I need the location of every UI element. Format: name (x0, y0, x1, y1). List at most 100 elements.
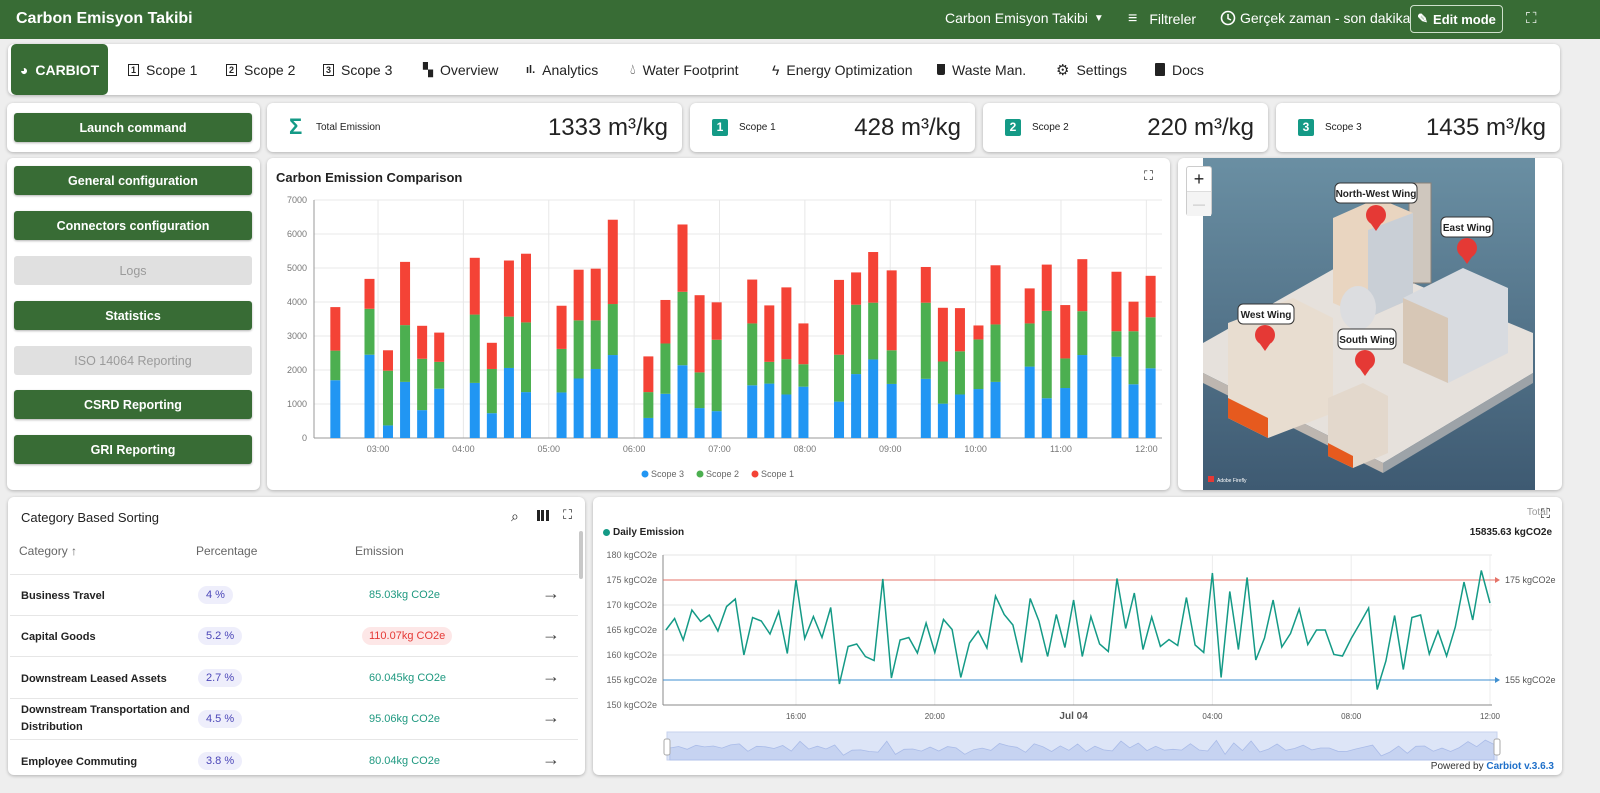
data-point[interactable] (664, 628, 668, 632)
data-point[interactable] (1115, 577, 1119, 581)
bar-scope-1[interactable] (990, 265, 1001, 325)
bar-scope-1[interactable] (382, 350, 393, 371)
bar-scope-1[interactable] (798, 323, 809, 365)
bar-scope-1[interactable] (607, 219, 618, 305)
bar-scope-3[interactable] (677, 365, 688, 438)
arrow-right-icon[interactable]: → (542, 624, 560, 645)
data-point[interactable] (994, 594, 998, 598)
bar-scope-1[interactable] (954, 308, 965, 352)
data-point[interactable] (1072, 598, 1076, 602)
data-point[interactable] (1011, 623, 1015, 627)
bar-scope-3[interactable] (990, 381, 1001, 438)
bar-scope-2[interactable] (1024, 323, 1035, 367)
data-point[interactable] (1150, 615, 1154, 619)
data-point[interactable] (1236, 648, 1240, 652)
statistics-button[interactable]: Statistics (14, 301, 252, 330)
bar-scope-2[interactable] (711, 339, 722, 412)
bar-scope-1[interactable] (747, 279, 758, 324)
bar-scope-3[interactable] (954, 394, 965, 438)
bar-scope-3[interactable] (1024, 366, 1035, 438)
bar-scope-1[interactable] (486, 342, 497, 369)
data-point[interactable] (1315, 628, 1319, 632)
data-point[interactable] (950, 628, 954, 632)
data-point[interactable] (976, 629, 980, 633)
bar-scope-2[interactable] (973, 339, 984, 390)
zoom-in-button[interactable]: + (1187, 167, 1211, 192)
slider-handle-left[interactable] (663, 738, 671, 756)
bar-scope-3[interactable] (643, 417, 654, 438)
bar-scope-2[interactable] (556, 348, 567, 393)
bar-scope-3[interactable] (556, 392, 567, 438)
bar-scope-1[interactable] (503, 260, 514, 317)
bar-scope-3[interactable] (330, 380, 341, 438)
data-point[interactable] (1341, 654, 1345, 658)
bar-scope-3[interactable] (937, 403, 948, 438)
data-point[interactable] (768, 632, 772, 636)
data-point[interactable] (811, 615, 815, 619)
bar-scope-3[interactable] (798, 386, 809, 438)
data-point[interactable] (959, 676, 963, 680)
bar-scope-1[interactable] (400, 261, 411, 326)
data-point[interactable] (1401, 668, 1405, 672)
bar-scope-3[interactable] (1060, 388, 1071, 438)
bar-scope-1[interactable] (886, 270, 897, 351)
data-point[interactable] (837, 682, 841, 686)
data-point[interactable] (1367, 606, 1371, 610)
bar-scope-1[interactable] (1041, 264, 1052, 311)
facility-map[interactable]: North-West Wing East Wing West Wing Sout… (1203, 158, 1535, 490)
data-point[interactable] (846, 645, 850, 649)
data-point[interactable] (872, 659, 876, 663)
data-point[interactable] (777, 610, 781, 614)
bar-scope-2[interactable] (434, 361, 445, 389)
tab-docs[interactable]: Docs (1155, 44, 1204, 95)
bar-scope-1[interactable] (521, 253, 531, 323)
tab-scope-1[interactable]: 1 Scope 1 (128, 44, 197, 95)
data-point[interactable] (1297, 607, 1301, 611)
data-point[interactable] (1228, 590, 1232, 594)
bar-scope-3[interactable] (1077, 355, 1088, 438)
bar-scope-2[interactable] (677, 291, 688, 366)
data-point[interactable] (1245, 576, 1249, 580)
bar-scope-3[interactable] (851, 374, 862, 438)
data-point[interactable] (1471, 618, 1475, 622)
data-point[interactable] (1280, 645, 1284, 649)
data-point[interactable] (1332, 653, 1336, 657)
data-point[interactable] (924, 621, 928, 625)
bar-scope-1[interactable] (920, 266, 931, 303)
bar-scope-2[interactable] (521, 322, 531, 393)
bar-scope-2[interactable] (834, 354, 845, 402)
data-point[interactable] (1410, 616, 1414, 620)
bar-scope-1[interactable] (711, 302, 722, 340)
fullscreen-icon[interactable]: ⛶ (563, 507, 572, 523)
bar-scope-3[interactable] (590, 368, 601, 438)
table-row[interactable]: Downstream Transportation and Distributi… (10, 699, 578, 740)
data-point[interactable] (907, 636, 911, 640)
bar-scope-2[interactable] (660, 343, 671, 394)
bar-scope-2[interactable] (1111, 331, 1122, 357)
bar-scope-3[interactable] (973, 389, 984, 438)
data-point[interactable] (941, 618, 945, 622)
bar-scope-1[interactable] (573, 269, 584, 321)
data-point[interactable] (915, 651, 919, 655)
data-point[interactable] (751, 616, 755, 620)
data-point[interactable] (1384, 659, 1388, 663)
bar-scope-3[interactable] (920, 378, 931, 438)
bar-scope-2[interactable] (573, 320, 584, 379)
dashboard-select[interactable]: Carbon Emisyon Takibi ▼ (945, 10, 1104, 26)
bar-scope-2[interactable] (694, 372, 705, 409)
bar-scope-1[interactable] (973, 325, 984, 340)
tab-analytics[interactable]: ıl. Analytics (526, 44, 598, 95)
data-point[interactable] (1254, 658, 1258, 662)
filters-button[interactable]: ≡ Filtreler (1128, 10, 1196, 28)
data-point[interactable] (1271, 598, 1275, 602)
bar-scope-1[interactable] (469, 257, 480, 315)
arrow-right-icon[interactable]: → (542, 583, 560, 604)
bar-scope-2[interactable] (1077, 311, 1088, 356)
bar-scope-2[interactable] (1145, 317, 1156, 369)
data-point[interactable] (889, 676, 893, 680)
bar-scope-2[interactable] (382, 370, 393, 426)
table-row[interactable]: Downstream Leased Assets 2.7 % 60.045kg … (10, 658, 578, 699)
data-point[interactable] (699, 620, 703, 624)
bar-scope-1[interactable] (556, 305, 567, 349)
table-row[interactable]: Capital Goods 5.2 % 110.07kg CO2e → (10, 616, 578, 657)
